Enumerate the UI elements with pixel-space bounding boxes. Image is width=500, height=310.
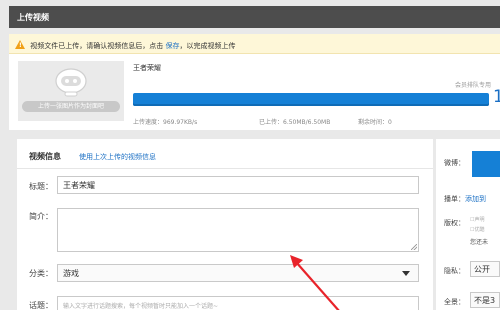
progress-percent: 1 <box>493 87 500 107</box>
uploaded-size: 已上传：6.50MB/6.50MB <box>259 119 331 126</box>
resize-handle-icon[interactable] <box>411 244 417 250</box>
copyright-option-declare[interactable]: ☐声明 <box>470 216 485 223</box>
member-queue-text: 会员排队专用 <box>455 82 492 89</box>
category-value: 游戏 <box>63 269 79 278</box>
title-input[interactable]: 王者荣耀 <box>57 176 419 194</box>
notice-text: 视频文件已上传，请确认视频信息后，点击 <box>30 42 164 50</box>
chevron-down-icon <box>402 271 410 276</box>
privacy-label: 隐私： <box>444 267 465 275</box>
privacy-select[interactable]: 公开 <box>470 261 500 277</box>
title-label: 标题： <box>29 182 53 191</box>
divider <box>17 168 433 169</box>
panorama-select[interactable]: 不是3 <box>470 292 500 308</box>
notice-save-link[interactable]: 保存 <box>165 42 179 50</box>
remaining-time: 剩余时间：0 <box>358 119 392 126</box>
topic-input[interactable]: 输入文字进行话题搜索，每个视频暂时只能加入一个话题~ <box>57 296 419 310</box>
category-select[interactable]: 游戏 <box>57 264 419 282</box>
section-title: 视频信息 <box>29 152 61 161</box>
upload-progress-bar <box>133 93 489 106</box>
category-label: 分类： <box>29 269 53 278</box>
warning-icon: ! <box>15 40 25 49</box>
upload-notice: ! 视频文件已上传，请确认视频信息后，点击 保存，以完成视频上传 <box>9 34 500 54</box>
weibo-share-button[interactable] <box>472 151 500 177</box>
topic-label: 话题： <box>29 301 53 310</box>
copyright-note: 您还未 <box>470 239 489 246</box>
reuse-info-link[interactable]: 使用上次上传的视频信息 <box>79 152 156 162</box>
cover-thumbnail[interactable]: 上传一张图片作为封面吧 <box>18 61 124 121</box>
upload-speed: 上传速度：969.97KB/s <box>133 119 198 126</box>
page-header: 上传视频 <box>9 6 500 28</box>
copyright-label: 版权： <box>444 219 465 227</box>
video-info-form: 视频信息 使用上次上传的视频信息 标题： 王者荣耀 简介： 分类： 游戏 话题：… <box>17 139 433 310</box>
page-title: 上传视频 <box>17 13 49 22</box>
description-label: 简介： <box>29 212 53 221</box>
cover-upload-hint: 上传一张图片作为封面吧 <box>22 101 120 112</box>
weibo-label: 微博： <box>444 159 465 167</box>
notice-text-after: ，以完成视频上传 <box>179 42 236 50</box>
upload-panel: 上传一张图片作为封面吧 王者荣耀 会员排队专用 1 上传速度：969.97KB/… <box>9 54 500 130</box>
robot-placeholder-icon <box>55 68 87 97</box>
add-to-playlist-link[interactable]: 添加到 <box>465 195 486 203</box>
panorama-label: 全景： <box>444 298 465 306</box>
description-textarea[interactable] <box>57 208 419 252</box>
copyright-option-youku[interactable]: ☐优酷 <box>470 226 485 233</box>
playlist-label: 播单：添加到 <box>444 195 486 203</box>
side-options-panel: 微博： 播单：添加到 版权： ☐声明 ☐优酷 您还未 隐私： 公开 全景： 不是… <box>436 139 500 310</box>
video-name: 王者荣耀 <box>133 64 161 72</box>
